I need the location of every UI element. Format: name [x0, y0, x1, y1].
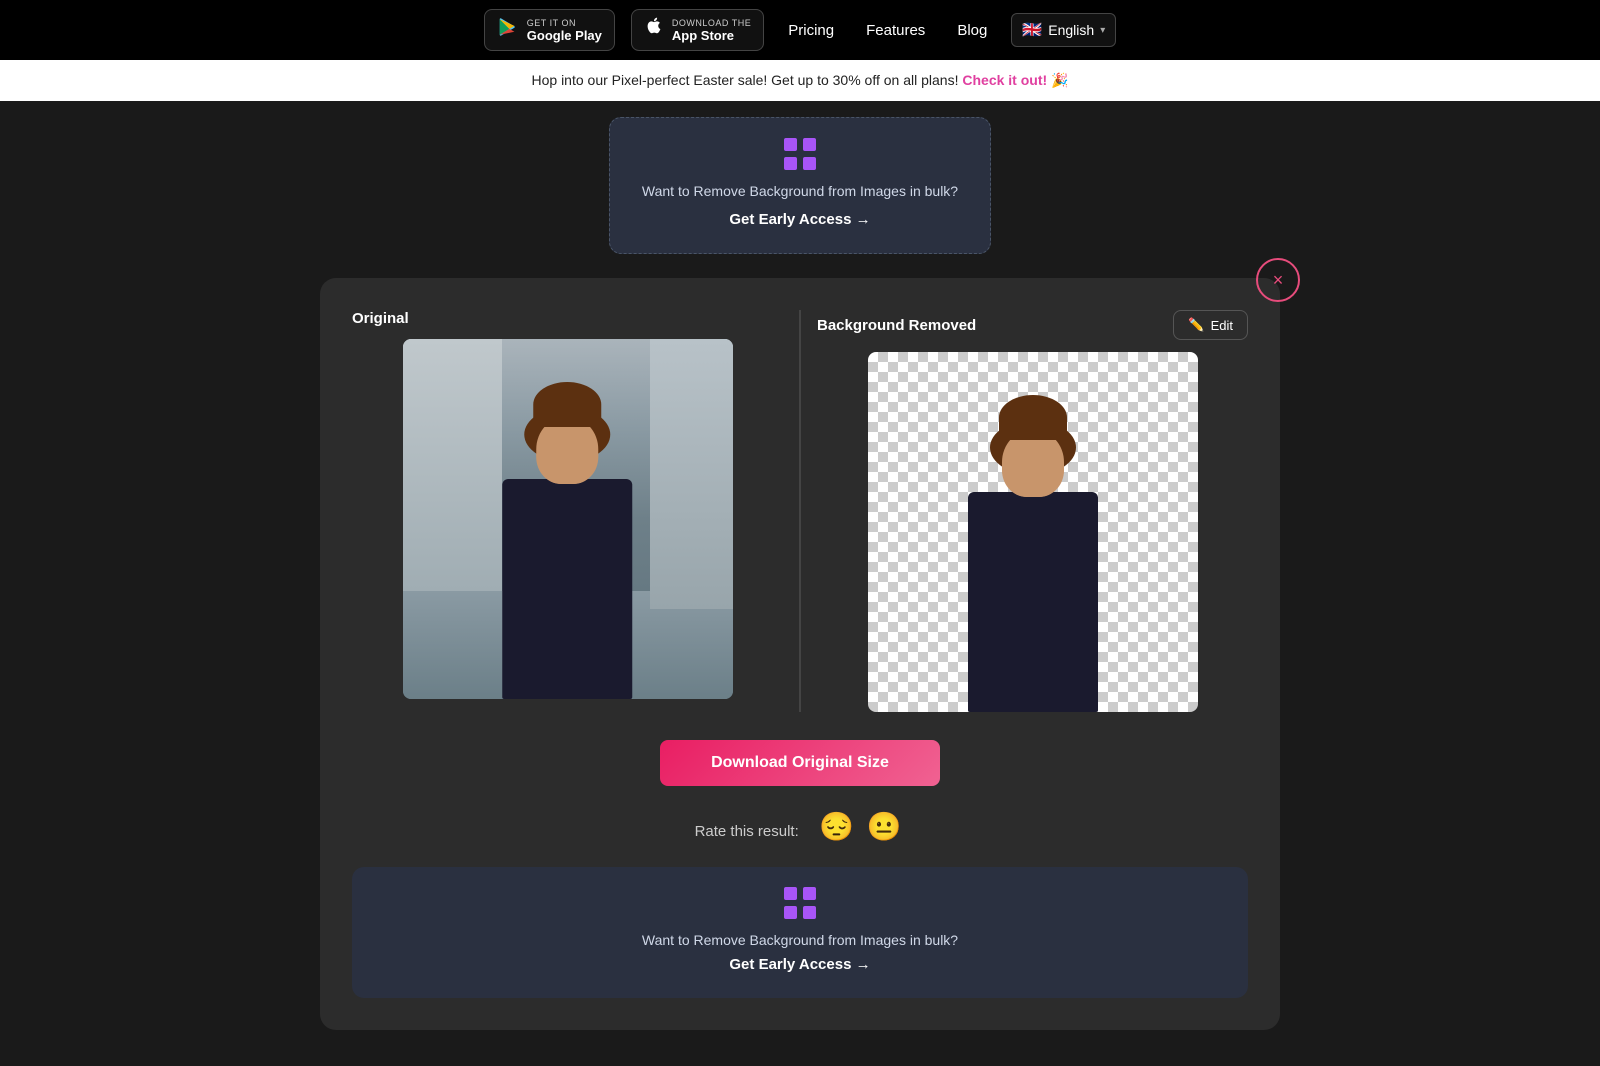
processed-panel: Background Removed ✏️ Edit: [817, 310, 1248, 712]
flag-icon: 🇬🇧: [1022, 20, 1042, 40]
processed-header: Background Removed ✏️ Edit: [817, 310, 1248, 340]
sad-rating-button[interactable]: 😔: [819, 811, 854, 842]
nav-links: Pricing Features Blog: [788, 22, 987, 39]
original-label: Original: [352, 310, 409, 327]
image-comparison: Original: [352, 310, 1248, 712]
download-section: Download Original Size: [352, 740, 1248, 786]
original-panel: Original: [352, 310, 783, 712]
app-store-button[interactable]: Download the App Store: [631, 9, 764, 51]
original-photo: [403, 339, 733, 699]
google-play-icon: [497, 16, 519, 44]
original-image: [403, 339, 733, 699]
processed-image: [868, 352, 1198, 712]
rating-section: Rate this result: 😔 😐: [352, 810, 1248, 843]
app-store-text: Download the App Store: [672, 18, 751, 43]
bulk-promo-heading-top: Want to Remove Background from Images in…: [642, 183, 958, 199]
top-promo-section: Want to Remove Background from Images in…: [0, 101, 1600, 254]
early-access-link-top[interactable]: Get Early Access →: [729, 211, 870, 228]
download-button[interactable]: Download Original Size: [660, 740, 940, 786]
navbar: GET IT ON Google Play Download the App S…: [0, 0, 1600, 60]
bulk-promo-heading-bottom: Want to Remove Background from Images in…: [384, 932, 1216, 948]
neutral-rating-button[interactable]: 😐: [867, 811, 902, 842]
promo-banner: Hop into our Pixel-perfect Easter sale! …: [0, 60, 1600, 101]
close-icon: ×: [1273, 270, 1284, 291]
bulk-promo-bottom: Want to Remove Background from Images in…: [352, 867, 1248, 998]
chevron-down-icon: ▾: [1100, 25, 1105, 36]
google-play-text: GET IT ON Google Play: [527, 18, 602, 43]
background-removed-label: Background Removed: [817, 317, 976, 334]
check-it-link[interactable]: Check it out! 🎉: [962, 72, 1068, 88]
close-button[interactable]: ×: [1256, 258, 1300, 302]
edit-button[interactable]: ✏️ Edit: [1173, 310, 1248, 340]
rating-label: Rate this result:: [695, 823, 799, 840]
language-selector[interactable]: 🇬🇧 English ▾: [1011, 13, 1116, 47]
nav-features[interactable]: Features: [866, 22, 925, 39]
panel-divider: [799, 310, 801, 712]
promo-banner-text: Hop into our Pixel-perfect Easter sale! …: [532, 72, 959, 88]
nav-pricing[interactable]: Pricing: [788, 22, 834, 39]
bulk-icon-bottom: [784, 887, 816, 924]
nav-blog[interactable]: Blog: [957, 22, 987, 39]
bulk-icon-top: [784, 138, 816, 175]
early-access-link-bottom[interactable]: Get Early Access →: [729, 956, 870, 973]
main-result-card: × Original: [320, 278, 1280, 1030]
apple-icon: [644, 16, 664, 44]
bulk-promo-top: Want to Remove Background from Images in…: [609, 117, 991, 254]
original-header: Original: [352, 310, 783, 327]
edit-icon: ✏️: [1188, 317, 1204, 333]
google-play-button[interactable]: GET IT ON Google Play: [484, 9, 615, 51]
language-text: English: [1048, 22, 1094, 38]
